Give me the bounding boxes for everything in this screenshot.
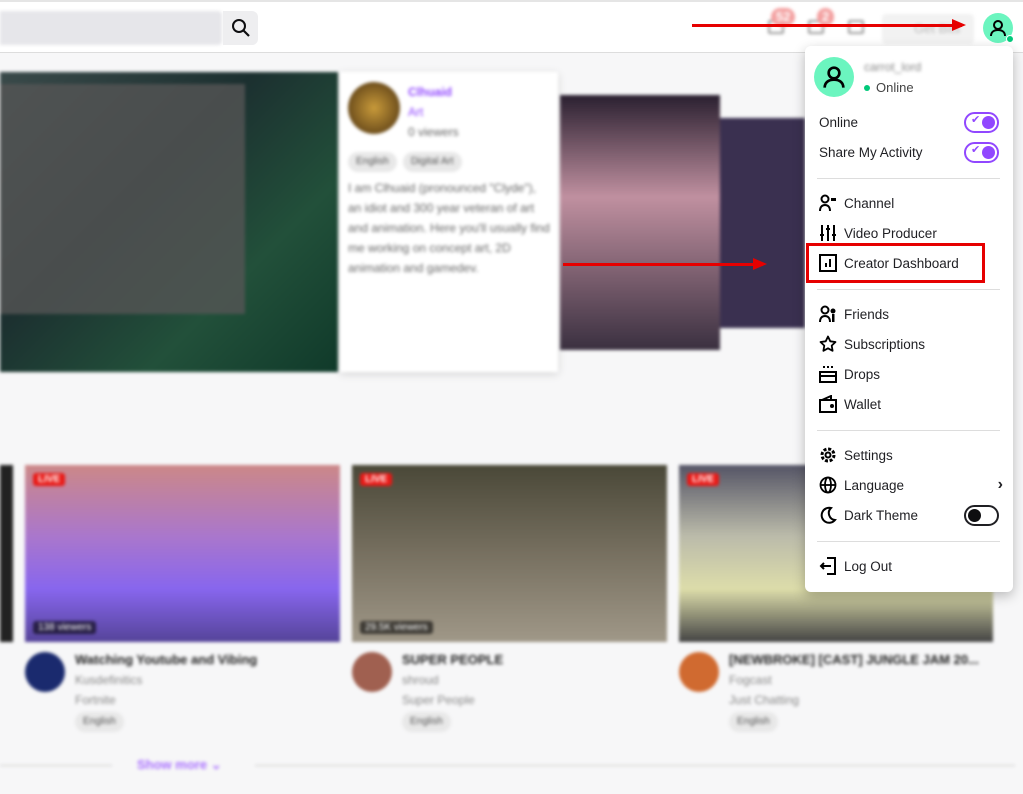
carousel-side-card[interactable] <box>560 95 720 350</box>
channel-icon <box>813 194 837 212</box>
dark-theme-toggle[interactable] <box>964 505 999 526</box>
stream-title[interactable]: [NEWBROKE] [CAST] JUNGLE JAM 20... <box>729 650 979 670</box>
featured-info-card[interactable]: Clhuaid Art 0 viewers English Digital Art… <box>340 72 558 372</box>
channel-avatar[interactable] <box>25 652 65 692</box>
tag[interactable]: English <box>75 712 124 732</box>
live-badge: LIVE <box>360 473 393 486</box>
menu-label: Friends <box>844 306 890 322</box>
tag[interactable]: English <box>348 152 397 172</box>
tag[interactable]: Digital Art <box>402 152 462 172</box>
stream-channel[interactable]: shroud <box>402 670 503 690</box>
menu-status: Online <box>864 80 914 95</box>
live-badge: LIVE <box>33 473 66 486</box>
divider <box>255 765 1015 766</box>
toggle-label: Online <box>819 114 859 130</box>
carousel-side-card[interactable] <box>720 118 805 328</box>
globe-icon <box>813 476 837 494</box>
drops-icon <box>813 365 837 383</box>
user-icon <box>823 66 845 88</box>
featured-description: I am Clhuaid (pronounced "Clyde"), an id… <box>348 181 550 275</box>
menu-item-settings[interactable]: Settings <box>813 440 1005 470</box>
logout-icon <box>813 557 837 575</box>
user-menu: carrot_lord Online Online ✔ Share My Act… <box>805 46 1013 592</box>
show-more-button[interactable]: Show more ⌄ <box>137 757 222 773</box>
menu-item-drops[interactable]: Drops <box>813 359 1005 389</box>
menu-item-wallet[interactable]: Wallet <box>813 389 1005 419</box>
menu-item-friends[interactable]: Friends <box>813 299 1005 329</box>
online-indicator <box>1006 35 1014 43</box>
divider <box>817 289 1000 290</box>
search-icon <box>231 19 250 37</box>
menu-label: Drops <box>844 366 881 382</box>
featured-viewers: 0 viewers <box>408 125 459 139</box>
search-input[interactable] <box>0 11 222 45</box>
stream-card-meta: [NEWBROKE] [CAST] JUNGLE JAM 20... Fogca… <box>729 650 979 732</box>
stream-card-meta: Watching Youtube and Vibing Kusdefinitic… <box>25 650 257 732</box>
stream-thumbnail[interactable] <box>0 465 13 642</box>
stream-category[interactable]: Just Chatting <box>729 690 979 710</box>
menu-username: carrot_lord <box>864 60 922 74</box>
stream-category[interactable]: Fortnite <box>75 690 257 710</box>
status-dot <box>864 84 870 91</box>
star-icon <box>813 335 837 353</box>
menu-item-channel[interactable]: Channel <box>813 188 1005 218</box>
menu-label: Wallet <box>844 396 882 412</box>
stream-title[interactable]: SUPER PEOPLE <box>402 650 503 670</box>
sliders-icon <box>813 224 837 242</box>
divider <box>0 765 112 766</box>
stream-title[interactable]: Watching Youtube and Vibing <box>75 650 257 670</box>
menu-avatar <box>814 57 854 97</box>
chevron-right-icon: › <box>997 476 1003 493</box>
search-button[interactable] <box>223 11 258 45</box>
online-toggle[interactable]: ✔ <box>964 112 999 133</box>
whispers-icon[interactable] <box>848 20 864 34</box>
share-activity-toggle[interactable]: ✔ <box>964 142 999 163</box>
menu-item-language[interactable]: Language › <box>813 470 1005 500</box>
channel-avatar[interactable] <box>679 652 719 692</box>
divider <box>817 178 1000 179</box>
viewer-count: 138 viewers <box>33 621 97 634</box>
featured-video[interactable] <box>0 72 338 372</box>
friends-icon <box>813 305 837 323</box>
annotation-arrow <box>563 258 767 270</box>
channel-avatar[interactable] <box>352 652 392 692</box>
live-badge: LIVE <box>687 473 720 486</box>
menu-label: Log Out <box>844 558 893 574</box>
stream-thumbnail[interactable]: LIVE 138 viewers <box>25 465 340 642</box>
menu-label: Settings <box>844 447 893 463</box>
annotation-highlight-box <box>806 243 985 283</box>
divider <box>817 541 1000 542</box>
menu-label: Video Producer <box>844 225 937 241</box>
menu-label: Dark Theme <box>844 507 919 523</box>
featured-channel[interactable]: Clhuaid <box>408 82 459 102</box>
show-more-label: Show more <box>137 757 208 772</box>
status-label: Online <box>876 80 914 95</box>
menu-label: Language <box>844 477 905 493</box>
tag[interactable]: English <box>729 712 778 732</box>
menu-item-log-out[interactable]: Log Out <box>813 551 1005 581</box>
menu-label: Channel <box>844 195 895 211</box>
stream-channel[interactable]: Kusdefinitics <box>75 670 257 690</box>
viewer-count: 29.5K viewers <box>360 621 433 634</box>
stream-thumbnail[interactable]: LIVE 29.5K viewers <box>352 465 667 642</box>
stream-category[interactable]: Super People <box>402 690 503 710</box>
wallet-icon <box>813 395 837 413</box>
user-icon <box>990 20 1006 37</box>
toggle-label: Share My Activity <box>819 144 923 160</box>
tag[interactable]: English <box>402 712 451 732</box>
stream-channel[interactable]: Fogcast <box>729 670 979 690</box>
menu-item-subscriptions[interactable]: Subscriptions <box>813 329 1005 359</box>
divider <box>817 430 1000 431</box>
gear-icon <box>813 446 837 464</box>
stream-card-meta: SUPER PEOPLE shroud Super People English <box>352 650 503 732</box>
channel-avatar <box>348 82 400 134</box>
annotation-arrow <box>692 19 966 31</box>
user-avatar-button[interactable] <box>983 13 1014 43</box>
moon-icon <box>813 506 837 524</box>
menu-label: Subscriptions <box>844 336 926 352</box>
featured-category[interactable]: Art <box>408 102 459 122</box>
